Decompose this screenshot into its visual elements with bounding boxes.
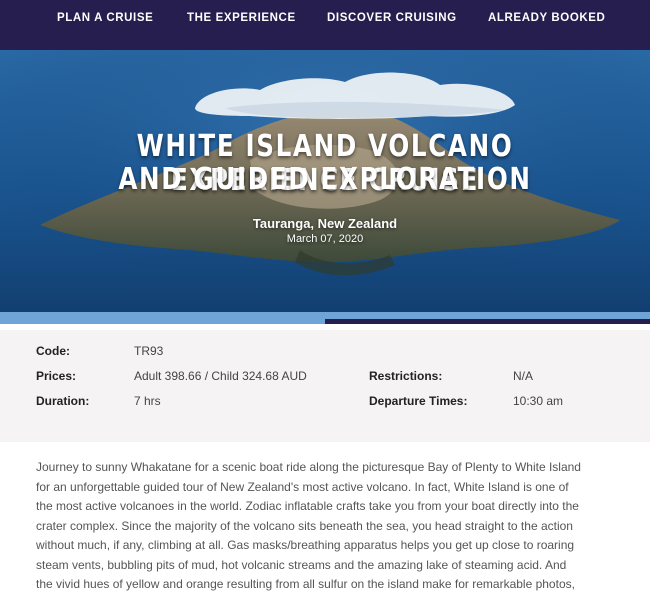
description-line: without much, if any, climbing at all. G… — [36, 538, 575, 552]
progress-strip-fill — [325, 319, 650, 324]
description-line: Journey to sunny Whakatane for a scenic … — [36, 460, 581, 474]
restrictions-value: N/A — [513, 369, 534, 383]
nav-already-booked[interactable]: ALREADY BOOKED — [488, 12, 605, 24]
nav-discover-cruising[interactable]: DISCOVER CRUISING — [327, 12, 457, 24]
hero-date: March 07, 2020 — [286, 233, 364, 245]
nav-plan-a-cruise[interactable]: PLAN A CRUISE — [57, 12, 153, 24]
duration-value: 7 hrs — [134, 394, 161, 408]
restrictions-label: Restrictions: — [369, 369, 443, 383]
departure-times-label: Departure Times: — [369, 394, 468, 408]
description-line: the most active volcanoes in the world. … — [36, 499, 579, 513]
duration-label: Duration: — [36, 394, 90, 408]
cruise-description: Journey to sunny Whakatane for a scenic … — [36, 458, 616, 595]
top-nav: PLAN A CRUISE THE EXPERIENCE DISCOVER CR… — [0, 0, 650, 50]
description-line: crater complex. Since the majority of th… — [36, 518, 573, 533]
code-label: Code: — [36, 344, 70, 358]
code-value: TR93 — [134, 344, 164, 358]
description-line: steam vents, bubbling pits of mud, hot v… — [36, 557, 567, 572]
hero-title-line-2: AND GUIDED EXPLORATION — [118, 162, 532, 197]
prices-label: Prices: — [36, 369, 77, 383]
description-line: the vivid hues of yellow and orange resu… — [36, 577, 575, 591]
description-line: for an unforgettable guided tour of New … — [36, 479, 569, 494]
prices-value: Adult 398.66 / Child 324.68 AUD — [134, 369, 307, 383]
hero-location: Tauranga, New Zealand — [252, 216, 398, 231]
cruise-details: Code: TR93 Prices: Adult 398.66 / Child … — [0, 330, 650, 442]
departure-times-value: 10:30 am — [513, 394, 564, 408]
hero-banner: WHITE ISLAND VOLCANO EXPERIENCE CRUISE A… — [0, 50, 650, 312]
nav-the-experience[interactable]: THE EXPERIENCE — [187, 12, 296, 24]
